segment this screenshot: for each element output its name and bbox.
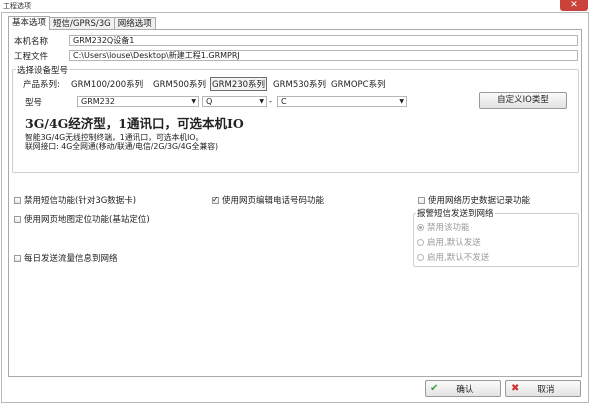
chevron-down-icon: ▼ [259,98,264,105]
variant-select[interactable]: Q ▼ [202,96,267,107]
dialog-client: 基本选项 短信/GPRS/3G 网络选项 本机名称 GRM232Q设备1 工程文… [1,12,589,403]
title-bar: 工程选项 ✕ [0,0,590,12]
alarm-disable-radio[interactable]: 禁用该功能 [417,221,470,233]
checkbox-checked-box [212,195,219,204]
series-grm500[interactable]: GRM500系列 [153,78,206,90]
model-description-line2: 联网接口: 4G全网通(移动/联通/电信/2G/3G/4G全兼容) [25,142,219,151]
variant-select-value: Q [206,97,213,106]
product-series-label: 产品系列: [23,80,60,90]
custom-io-type-button[interactable]: 自定义IO类型 [479,92,567,109]
checkbox-box [14,196,21,204]
project-file-label: 工程文件 [14,52,49,62]
model-select-value: GRM232 [81,97,115,106]
alarm-enable-nosend-label: 启用,默认不发送 [427,253,490,263]
disable-sms-checkbox[interactable]: 禁用短信功能(针对3G数据卡) [14,194,136,206]
chevron-down-icon: ▼ [399,98,404,105]
chevron-down-icon: ▼ [191,98,196,105]
device-model-group-title: 选择设备型号 [16,64,70,76]
checkbox-box [14,254,21,262]
web-map-location-label: 使用网页地图定位功能(基站定位) [24,215,150,225]
disable-sms-label: 禁用短信功能(针对3G数据卡) [24,196,137,206]
alarm-enable-send-label: 启用,默认发送 [427,238,481,248]
web-map-location-checkbox[interactable]: 使用网页地图定位功能(基站定位) [14,213,150,225]
machine-name-input[interactable]: GRM232Q设备1 [69,35,578,46]
cross-icon: ✖ [511,383,520,394]
suffix-select-value: C [281,97,287,106]
series-grmopc[interactable]: GRMOPC系列 [331,78,386,90]
radio-dot [417,253,424,261]
alarm-sms-group-title: 报警短信发送到网络 [416,207,495,219]
web-phone-edit-checkbox[interactable]: 使用网页编辑电话号码功能 [212,194,324,206]
alarm-disable-label: 禁用该功能 [427,223,470,233]
model-headline: 3G/4G经济型，1通讯口，可选本机IO [25,116,244,131]
radio-dot [417,238,424,246]
model-separator: - [269,97,273,107]
basic-options-panel: 本机名称 GRM232Q设备1 工程文件 C:\Users\louse\Desk… [8,29,582,377]
net-history-label: 使用网络历史数据记录功能 [428,196,531,206]
series-grm100-200[interactable]: GRM100/200系列 [71,78,143,90]
series-grm230[interactable]: GRM230系列 [210,77,268,91]
model-select[interactable]: GRM232 ▼ [77,96,199,107]
suffix-select[interactable]: C ▼ [277,96,407,107]
machine-name-label: 本机名称 [14,37,49,47]
check-icon: ✔ [430,383,439,394]
window-title: 工程选项 [3,2,31,10]
web-phone-edit-label: 使用网页编辑电话号码功能 [222,196,325,206]
model-label: 型号 [25,98,43,108]
cancel-label: 取消 [537,384,555,395]
net-history-checkbox[interactable]: 使用网络历史数据记录功能 [418,194,530,206]
confirm-button[interactable]: ✔ 确认 [425,380,501,397]
confirm-label: 确认 [456,384,474,395]
close-button[interactable]: ✕ [560,0,588,11]
daily-traffic-label: 每日发送流量信息到网络 [24,254,118,264]
radio-selected-dot [417,223,424,231]
project-file-input[interactable]: C:\Users\louse\Desktop\新建工程1.GRMPRJ [69,50,578,61]
alarm-enable-nosend-radio[interactable]: 启用,默认不发送 [417,251,489,263]
tab-strip: 基本选项 短信/GPRS/3G 网络选项 [8,16,156,30]
daily-traffic-checkbox[interactable]: 每日发送流量信息到网络 [14,252,118,264]
series-grm530[interactable]: GRM530系列 [273,78,326,90]
tab-basic-options[interactable]: 基本选项 [8,16,51,30]
cancel-button[interactable]: ✖ 取消 [505,380,581,397]
checkbox-box [418,196,425,204]
checkbox-box [14,215,21,223]
alarm-enable-send-radio[interactable]: 启用,默认发送 [417,236,481,248]
